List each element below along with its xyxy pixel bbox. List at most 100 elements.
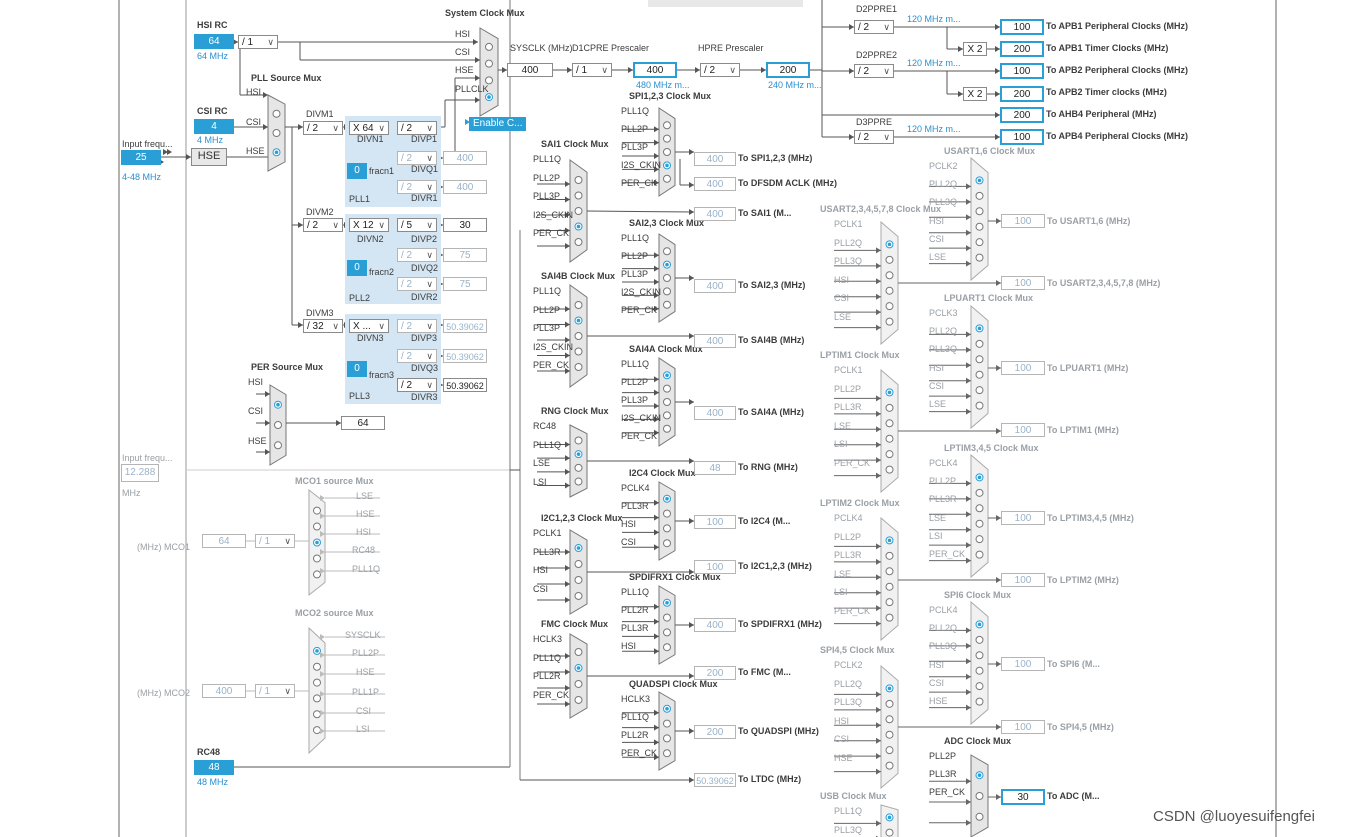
- col4-out-7-value[interactable]: 100: [1001, 720, 1045, 734]
- col3_muxes-4-in-1: PLL3Q: [834, 824, 863, 835]
- circle-wire-505: [975, 488, 984, 497]
- col2_muxes-0-in-4: PER_CK: [621, 178, 658, 188]
- mco1-label: (MHz) MCO1: [137, 542, 190, 552]
- divn1-select[interactable]: X 64: [349, 121, 389, 135]
- col2-out-1-value[interactable]: 400: [694, 177, 736, 191]
- apb1-periph-value[interactable]: 100: [1000, 19, 1044, 35]
- divq2-value[interactable]: 75: [443, 248, 487, 262]
- d3ppre-select[interactable]: / 2: [854, 130, 894, 144]
- mco2-in-0: SYSCLK: [345, 630, 381, 640]
- divr3-value[interactable]: 50.39062: [443, 378, 487, 392]
- divn2-select[interactable]: X 12: [349, 218, 389, 232]
- path-wire-534: [966, 658, 971, 665]
- col2-out-2-value[interactable]: 400: [694, 207, 736, 221]
- divp3-value[interactable]: 50.39062: [443, 319, 487, 333]
- mco2-value[interactable]: 400: [202, 684, 246, 698]
- col2-out-0-value[interactable]: 400: [694, 152, 736, 166]
- mid_muxes-2-title: RNG Clock Mux: [541, 406, 609, 416]
- divr2-value[interactable]: 75: [443, 277, 487, 291]
- col4-out-3-value[interactable]: 100: [1001, 423, 1045, 437]
- col2-out-11-value[interactable]: 200: [694, 725, 736, 739]
- col2-out-7-value[interactable]: 100: [694, 515, 736, 529]
- circle-wire-330: [663, 539, 671, 548]
- path-wire-496: [966, 362, 971, 369]
- ahb4-value[interactable]: 200: [1000, 107, 1044, 123]
- path-wire-198: [565, 180, 570, 187]
- d2ppre2-select[interactable]: / 2: [854, 64, 894, 78]
- mco2-div[interactable]: / 1: [255, 684, 295, 698]
- col2-out-5-value[interactable]: 400: [694, 406, 736, 420]
- fracn1-value[interactable]: 0: [347, 163, 367, 179]
- col2-out-4-value[interactable]: 400: [694, 334, 736, 348]
- circle-wire-544: [975, 812, 984, 821]
- circle-wire-25: [274, 150, 279, 155]
- col4-out-1-value[interactable]: 100: [1001, 276, 1045, 290]
- hse-block[interactable]: HSE: [191, 148, 227, 166]
- divm1-select[interactable]: / 2: [303, 121, 343, 135]
- input-freq2-value[interactable]: 12.288: [121, 464, 159, 482]
- mco1-value[interactable]: 64: [202, 534, 246, 548]
- col3_muxes-2-in-4: LSI: [834, 587, 848, 597]
- col2-out-10-value[interactable]: 200: [694, 666, 736, 680]
- enable-css-button[interactable]: Enable C...: [469, 117, 527, 131]
- csi-rc-value[interactable]: 4: [194, 119, 234, 134]
- divq2-select[interactable]: / 2: [397, 248, 437, 262]
- apb1-timer-value[interactable]: 200: [1000, 41, 1044, 57]
- col2-out-3-label: To SAI2,3 (MHz): [738, 280, 806, 290]
- input-freq-value[interactable]: 25: [121, 150, 161, 165]
- divq1-select[interactable]: / 2: [397, 151, 437, 165]
- circle-wire-257: [574, 648, 583, 657]
- divn3-select[interactable]: X ...: [349, 319, 389, 333]
- divm3-label: DIVM3: [306, 308, 334, 318]
- col4-out-8-value[interactable]: 30: [1001, 789, 1045, 805]
- d1cpre-select[interactable]: / 1: [572, 63, 612, 77]
- divm3-select[interactable]: / 32: [303, 319, 343, 333]
- hpre-select[interactable]: / 2: [700, 63, 740, 77]
- divr3-select[interactable]: / 2: [397, 378, 437, 392]
- sysclk-value[interactable]: 400: [507, 63, 553, 77]
- apb2-timer-value[interactable]: 200: [1000, 86, 1044, 102]
- d2ppre1-select[interactable]: / 2: [854, 20, 894, 34]
- circle-wire-432: [887, 686, 892, 691]
- circle-wire-260: [574, 679, 583, 688]
- mid_muxes-0-in-2: PLL3P: [533, 191, 561, 201]
- col2-out-1-label: To DFSDM ACLK (MHz): [738, 178, 837, 188]
- col2-out-6-value[interactable]: 48: [694, 461, 736, 475]
- fracn3-value[interactable]: 0: [347, 361, 367, 377]
- divr1-select[interactable]: / 2: [397, 180, 437, 194]
- divq3-label: DIVQ3: [411, 363, 439, 373]
- divm2-select[interactable]: / 2: [303, 218, 343, 232]
- d1cpre-value[interactable]: 400: [633, 62, 677, 78]
- col4-out-5-value[interactable]: 100: [1001, 573, 1045, 587]
- divp2-select[interactable]: / 5: [397, 218, 437, 232]
- col2-out-0-label: To SPI1,2,3 (MHz): [738, 153, 813, 163]
- apb4-value[interactable]: 100: [1000, 129, 1044, 145]
- col4-out-0-value[interactable]: 100: [1001, 214, 1045, 228]
- col4-out-4-value[interactable]: 100: [1001, 511, 1045, 525]
- fracn2-value[interactable]: 0: [347, 260, 367, 276]
- col2-out-12-value[interactable]: 50.39062: [694, 773, 736, 787]
- per-ck-value[interactable]: 64: [341, 416, 385, 430]
- col2-out-9-value[interactable]: 400: [694, 618, 736, 632]
- hsi-divider[interactable]: / 1: [238, 35, 278, 49]
- col4-out-2-value[interactable]: 100: [1001, 361, 1045, 375]
- divp3-select[interactable]: / 2: [397, 319, 437, 333]
- hsi-rc-value[interactable]: 64: [194, 34, 234, 49]
- divp2-value[interactable]: 30: [443, 218, 487, 232]
- divp1-select[interactable]: / 2: [397, 121, 437, 135]
- sys-mux-in-1: CSI: [455, 47, 471, 57]
- divr1-value[interactable]: 400: [443, 180, 487, 194]
- col2-out-3-value[interactable]: 400: [694, 279, 736, 293]
- path-wire-218: [565, 321, 570, 328]
- divr2-select[interactable]: / 2: [397, 277, 437, 291]
- divq3-value[interactable]: 50.39062: [443, 349, 487, 363]
- apb2-periph-value[interactable]: 100: [1000, 63, 1044, 79]
- divq3-select[interactable]: / 2: [397, 349, 437, 363]
- mco1-div[interactable]: / 1: [255, 534, 295, 548]
- col2-out-8-value[interactable]: 100: [694, 560, 736, 574]
- divq1-value[interactable]: 400: [443, 151, 487, 165]
- col4-out-6-value[interactable]: 100: [1001, 657, 1045, 671]
- col3_muxes-2-in-3: LSE: [834, 568, 852, 579]
- rc48-value[interactable]: 48: [194, 760, 234, 775]
- hpre-value[interactable]: 200: [766, 62, 810, 78]
